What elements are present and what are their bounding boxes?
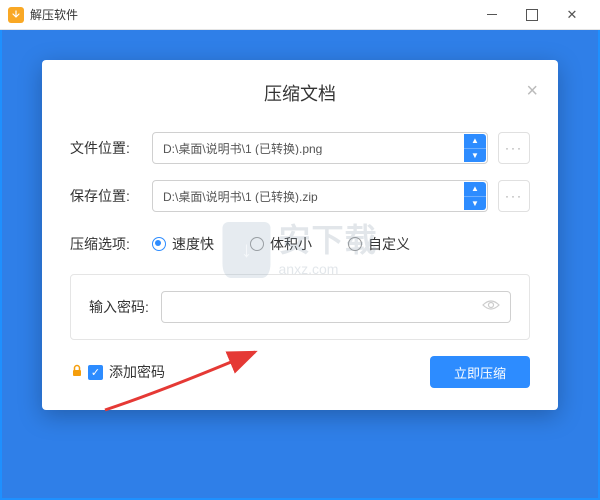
radio-icon xyxy=(348,237,362,251)
option-fast-label: 速度快 xyxy=(172,234,214,254)
compress-dialog: 压缩文档 × 文件位置: ▲ ▼ ··· 保存位置: ▲ ▼ ··· 压缩选项: xyxy=(42,60,558,410)
save-location-input[interactable] xyxy=(163,189,477,203)
save-location-row: 保存位置: ▲ ▼ ··· xyxy=(42,172,558,220)
save-location-browse-button[interactable]: ··· xyxy=(498,180,530,212)
compress-options-group: 速度快 体积小 自定义 xyxy=(152,234,410,254)
dialog-title: 压缩文档 xyxy=(264,80,336,106)
lock-icon xyxy=(70,364,84,381)
add-password-label: 添加密码 xyxy=(109,362,165,382)
compress-options-row: 压缩选项: 速度快 体积小 自定义 xyxy=(42,220,558,258)
titlebar: 解压软件 xyxy=(0,0,600,30)
window-minimize-button[interactable] xyxy=(472,0,512,30)
file-location-row: 文件位置: ▲ ▼ ··· xyxy=(42,124,558,172)
chevron-down-icon[interactable]: ▼ xyxy=(464,197,486,211)
option-small[interactable]: 体积小 xyxy=(250,234,312,254)
compress-options-label: 压缩选项: xyxy=(70,234,152,254)
password-section: 输入密码: xyxy=(70,274,530,340)
add-password-checkbox[interactable]: ✓ xyxy=(88,365,103,380)
chevron-up-icon[interactable]: ▲ xyxy=(464,182,486,197)
chevron-up-icon[interactable]: ▲ xyxy=(464,134,486,149)
option-custom[interactable]: 自定义 xyxy=(348,234,410,254)
dialog-header: 压缩文档 × xyxy=(42,60,558,124)
radio-icon xyxy=(250,237,264,251)
save-location-input-wrapper: ▲ ▼ xyxy=(152,180,488,212)
option-fast[interactable]: 速度快 xyxy=(152,234,214,254)
app-title: 解压软件 xyxy=(30,6,78,23)
password-input[interactable] xyxy=(172,300,474,315)
file-location-input-wrapper: ▲ ▼ xyxy=(152,132,488,164)
window-close-button[interactable] xyxy=(552,0,592,30)
radio-icon xyxy=(152,237,166,251)
chevron-down-icon[interactable]: ▼ xyxy=(464,149,486,163)
file-location-label: 文件位置: xyxy=(70,138,152,158)
file-location-browse-button[interactable]: ··· xyxy=(498,132,530,164)
app-icon xyxy=(8,7,24,23)
option-small-label: 体积小 xyxy=(270,234,312,254)
password-label: 输入密码: xyxy=(89,297,149,317)
file-location-stepper[interactable]: ▲ ▼ xyxy=(464,134,486,162)
save-location-stepper[interactable]: ▲ ▼ xyxy=(464,182,486,210)
save-location-label: 保存位置: xyxy=(70,186,152,206)
compress-button[interactable]: 立即压缩 xyxy=(430,356,530,388)
option-custom-label: 自定义 xyxy=(368,234,410,254)
password-input-wrapper xyxy=(161,291,511,323)
eye-icon[interactable] xyxy=(482,298,500,316)
file-location-input[interactable] xyxy=(163,141,477,155)
dialog-close-button[interactable]: × xyxy=(526,80,538,103)
dialog-footer: ✓ 添加密码 立即压缩 xyxy=(42,340,558,410)
window-maximize-button[interactable] xyxy=(512,0,552,30)
